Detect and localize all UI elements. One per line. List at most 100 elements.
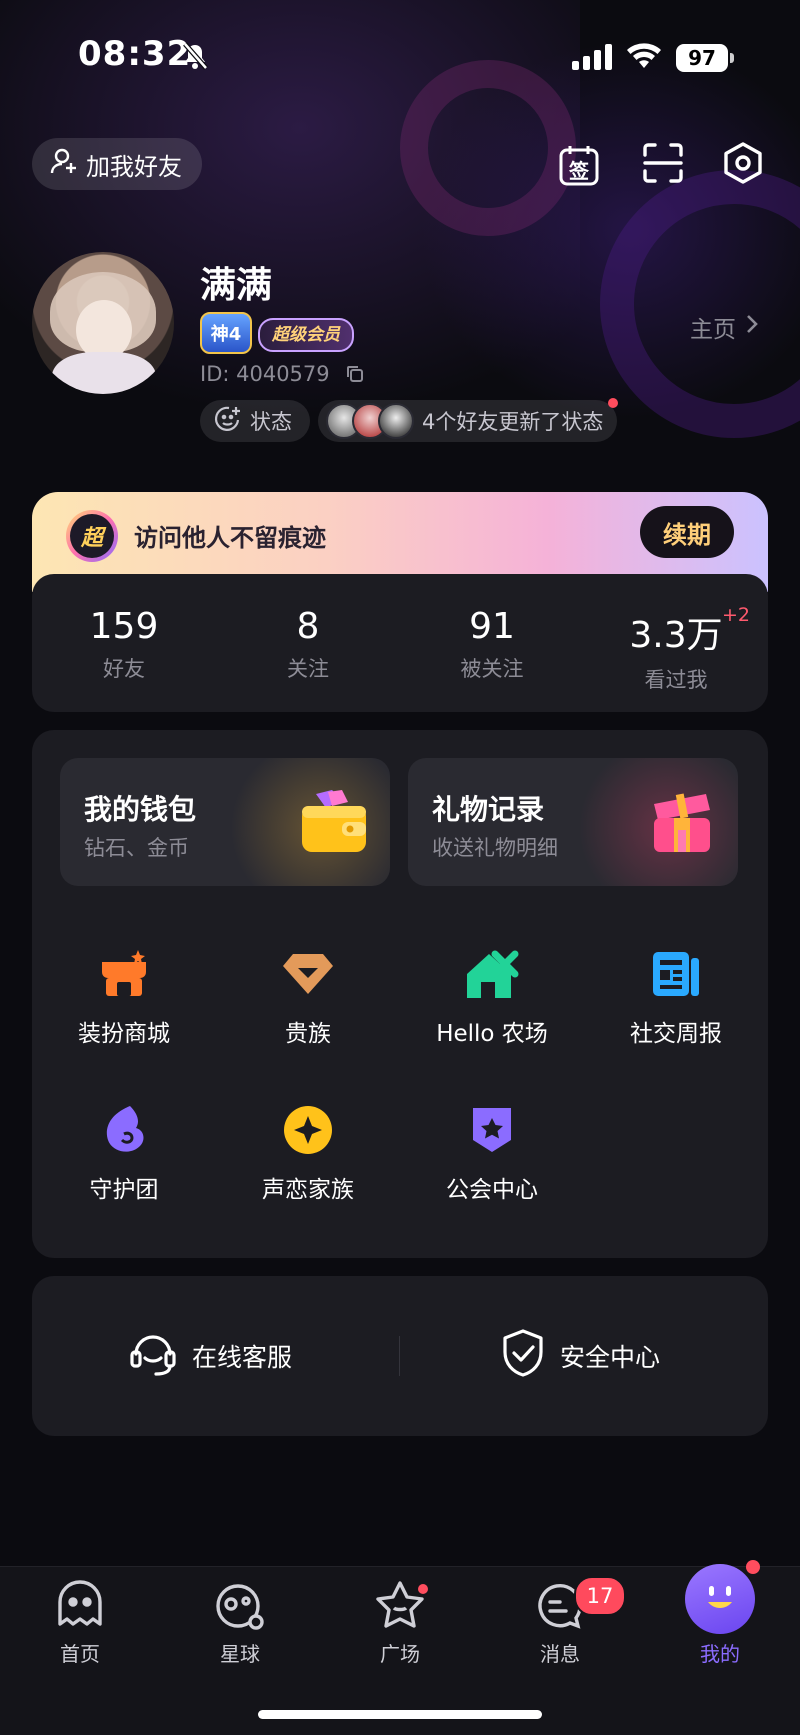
- wallet-icon: [298, 786, 370, 858]
- checkin-icon-text: 签: [569, 159, 589, 183]
- tile-title: 我的钱包: [84, 793, 197, 826]
- stat-value: 91: [469, 606, 515, 647]
- grid-item-family[interactable]: 声恋家族: [216, 1102, 400, 1204]
- nav-item-planet[interactable]: 星球: [160, 1578, 320, 1667]
- notification-dot: [418, 1584, 428, 1594]
- friends-update-button[interactable]: 4个好友更新了状态: [318, 400, 618, 442]
- grid-item-guard[interactable]: 守护团: [32, 1102, 216, 1204]
- visitors-delta: +2: [722, 604, 751, 626]
- stat-value: 159: [89, 606, 159, 647]
- grid-item-shop[interactable]: 装扮商城: [32, 946, 216, 1048]
- divider: [399, 1336, 400, 1376]
- tile-subtitle: 钻石、金币: [84, 836, 189, 860]
- member-badge[interactable]: 超级会员: [258, 318, 354, 352]
- smiley-add-icon: [214, 405, 242, 438]
- service-label: 在线客服: [192, 1343, 293, 1372]
- report-icon: [648, 946, 704, 1002]
- grid-label: 守护团: [89, 1177, 159, 1203]
- tile-subtitle: 收送礼物明细: [432, 836, 558, 860]
- grid-label: Hello 农场: [436, 1021, 548, 1047]
- wallet-tile[interactable]: 我的钱包 钻石、金币: [60, 758, 390, 886]
- super-vip-icon: 超: [66, 510, 118, 562]
- scan-button[interactable]: [638, 140, 688, 190]
- grid-item-guild[interactable]: 公会中心: [400, 1102, 584, 1204]
- home-indicator: [258, 1710, 542, 1719]
- guild-icon: [464, 1102, 520, 1158]
- avatar[interactable]: [32, 252, 174, 394]
- tile-title: 礼物记录: [432, 793, 545, 826]
- status-label: 状态: [250, 410, 292, 434]
- stat-friends[interactable]: 159 好友: [32, 606, 216, 683]
- unread-badge: 17: [574, 1576, 626, 1616]
- me-icon: [685, 1564, 755, 1634]
- stat-label: 看过我: [644, 668, 708, 692]
- stat-label: 好友: [103, 657, 145, 681]
- security-center-button[interactable]: 安全中心: [500, 1328, 661, 1384]
- nav-label: 消息: [540, 1642, 580, 1666]
- gift-record-tile[interactable]: 礼物记录 收送礼物明细: [408, 758, 738, 886]
- vip-banner-text: 访问他人不留痕迹: [134, 524, 326, 552]
- diamond-icon: [280, 946, 336, 1002]
- guard-icon: [96, 1102, 152, 1158]
- gift-box-icon: [646, 786, 718, 858]
- nav-label: 首页: [60, 1642, 100, 1666]
- wifi-icon: [626, 42, 662, 74]
- settings-button[interactable]: [718, 140, 768, 190]
- status-time: 08:32: [78, 34, 192, 74]
- planet-icon: [212, 1578, 268, 1634]
- signal-icon: [572, 44, 614, 74]
- stat-following[interactable]: 8 关注: [216, 606, 400, 683]
- family-icon: [280, 1102, 336, 1158]
- nav-label: 星球: [220, 1642, 260, 1666]
- avatar-face: [76, 300, 132, 360]
- grid-item-noble[interactable]: 贵族: [216, 946, 400, 1048]
- nav-label: 广场: [380, 1642, 420, 1666]
- battery-tip: [730, 53, 734, 63]
- add-friend-label: 加我好友: [86, 152, 182, 181]
- shield-check-icon: [500, 1328, 546, 1384]
- background-ring: [400, 60, 576, 236]
- renew-button[interactable]: 续期: [640, 506, 734, 558]
- friend-avatars: [326, 403, 414, 439]
- copy-icon[interactable]: [346, 365, 364, 387]
- bell-off-icon: [182, 42, 208, 74]
- grid-label: 贵族: [285, 1021, 331, 1047]
- homepage-link[interactable]: 主页: [690, 310, 758, 344]
- notification-dot: [608, 398, 618, 408]
- friend-avatar: [378, 403, 414, 439]
- stat-label: 被关注: [460, 657, 524, 681]
- grid-label: 声恋家族: [262, 1177, 354, 1203]
- stat-value: 8: [296, 606, 320, 647]
- farm-icon: [464, 946, 520, 1002]
- grid-label: 公会中心: [446, 1177, 538, 1203]
- nav-item-home[interactable]: 首页: [0, 1578, 160, 1667]
- service-label: 安全中心: [560, 1343, 661, 1372]
- nav-item-square[interactable]: 广场: [320, 1578, 480, 1667]
- grid-item-report[interactable]: 社交周报: [584, 946, 768, 1048]
- chevron-right-icon: [746, 314, 758, 340]
- headset-icon: [128, 1328, 178, 1384]
- settings-icon: [721, 141, 765, 189]
- user-id: ID: 4040579: [200, 362, 330, 386]
- profile-name: 满满: [200, 265, 273, 306]
- checkin-button[interactable]: 签: [554, 140, 604, 190]
- battery-icon: 97: [676, 44, 728, 72]
- avatar-dress: [52, 352, 156, 394]
- checkin-icon: 签: [557, 143, 601, 187]
- nav-label: 我的: [700, 1642, 740, 1666]
- nav-item-me[interactable]: 我的: [640, 1564, 800, 1667]
- customer-service-button[interactable]: 在线客服: [128, 1330, 292, 1382]
- add-friend-button[interactable]: 加我好友: [32, 138, 202, 190]
- stat-followers[interactable]: 91 被关注: [400, 606, 584, 683]
- status-button[interactable]: 状态: [200, 400, 310, 442]
- grid-item-farm[interactable]: Hello 农场: [400, 946, 584, 1048]
- home-ghost-icon: [52, 1578, 108, 1634]
- scan-icon: [642, 142, 684, 188]
- friends-update-label: 4个好友更新了状态: [422, 410, 604, 434]
- super-vip-icon-text: 超: [70, 514, 114, 558]
- homepage-label: 主页: [690, 317, 736, 343]
- notification-dot: [746, 1560, 760, 1574]
- grid-label: 装扮商城: [78, 1021, 170, 1047]
- shop-icon: [96, 946, 152, 1002]
- level-badge[interactable]: 神4: [200, 312, 252, 354]
